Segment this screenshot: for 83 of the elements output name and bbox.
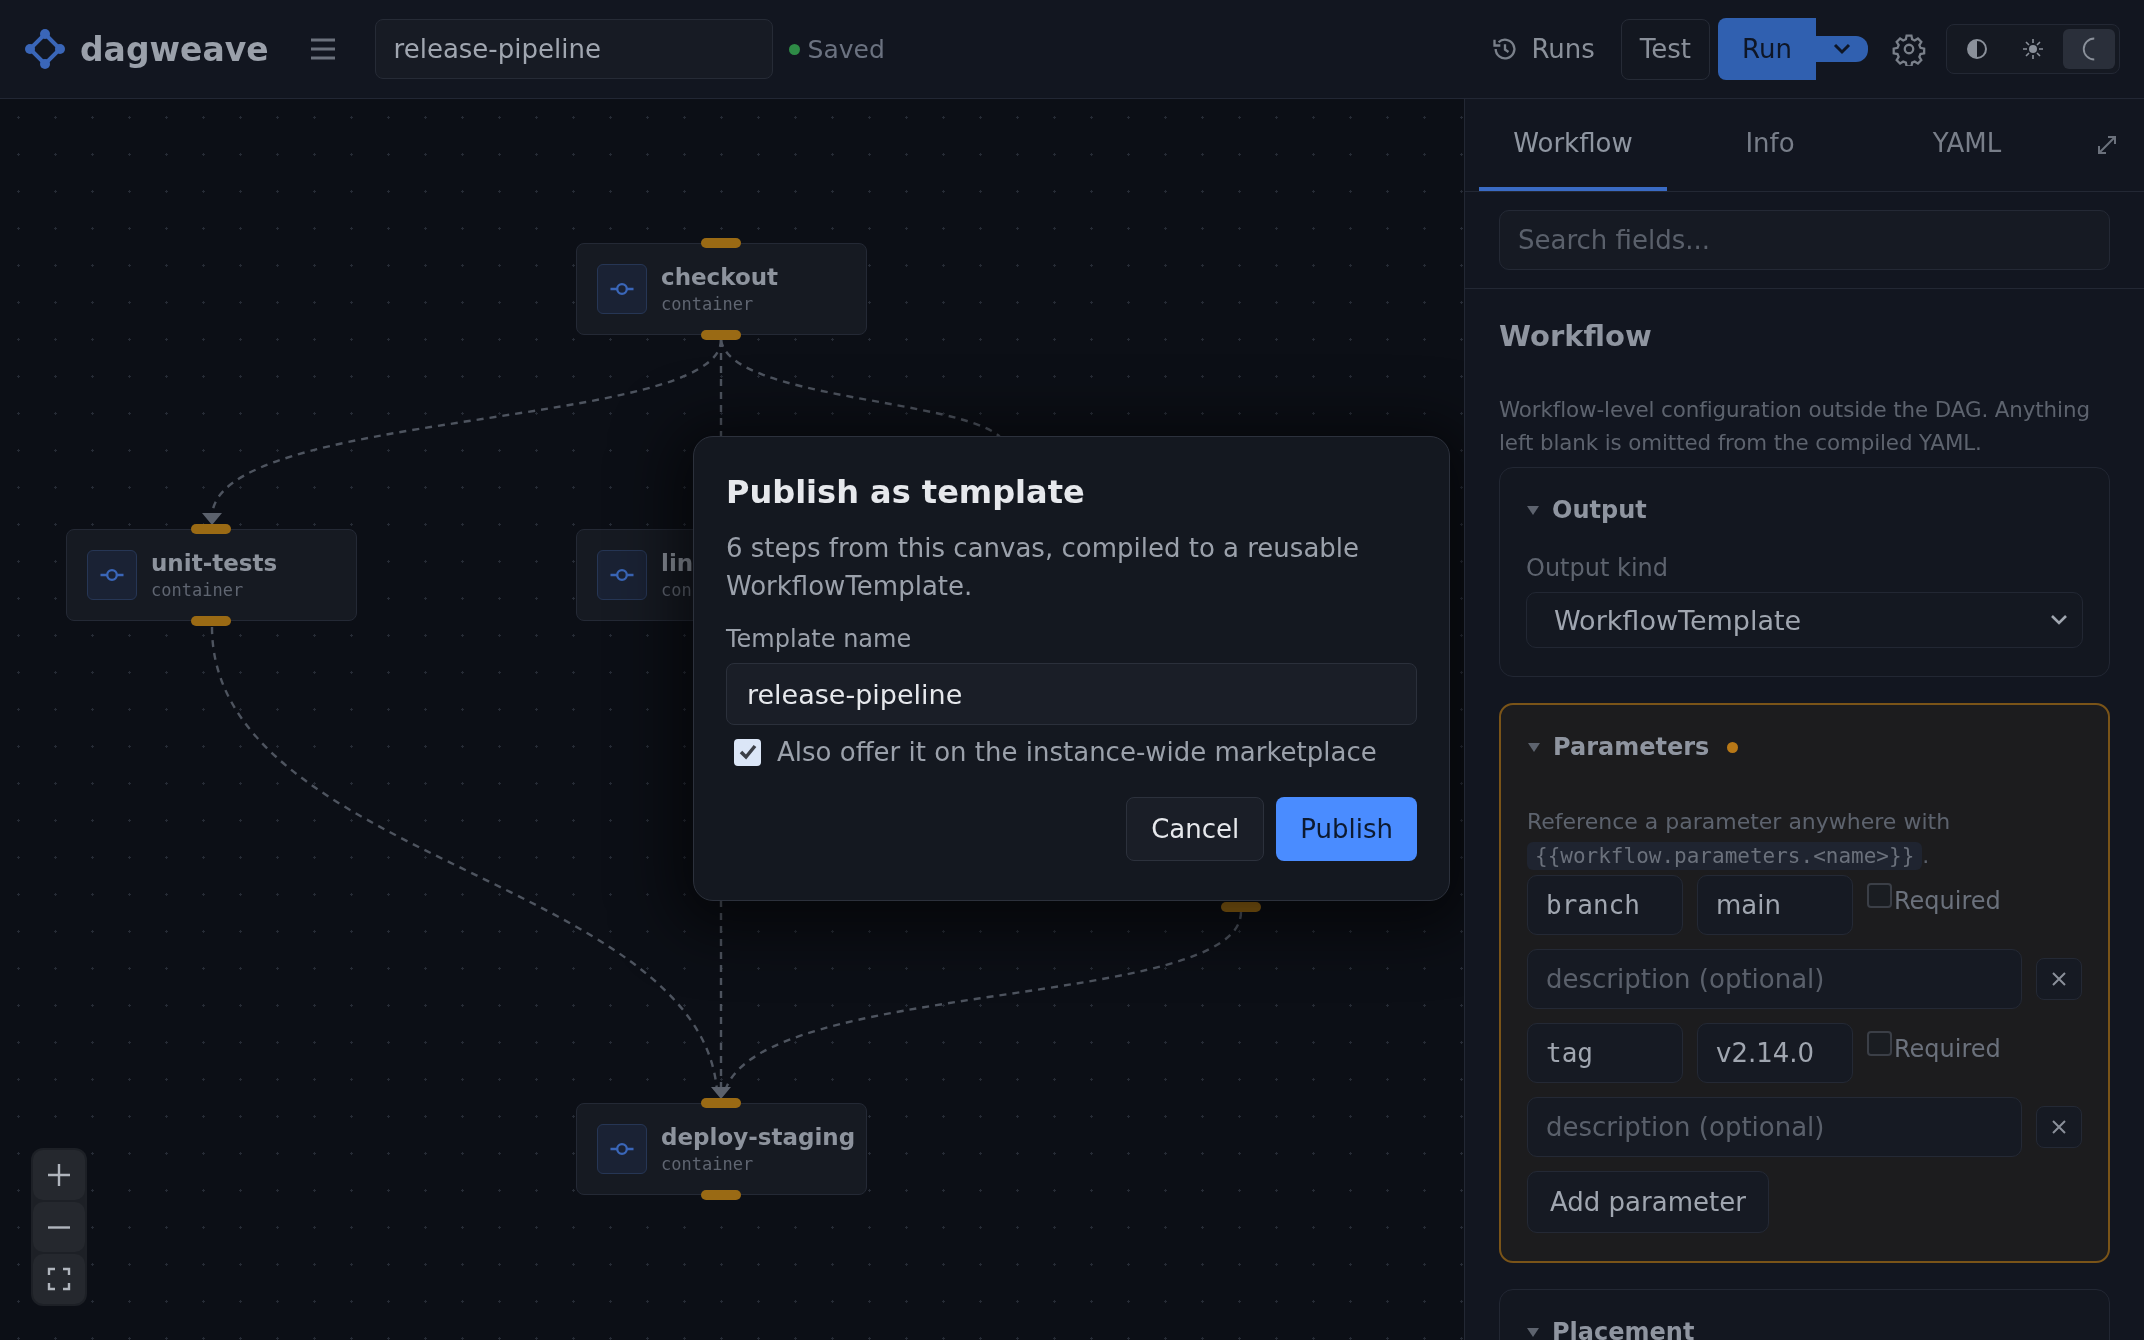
port-handle[interactable]	[191, 524, 231, 534]
theme-button[interactable]	[2063, 29, 2115, 69]
node-type: container	[661, 294, 755, 314]
parameter-name-field[interactable]: branch	[1527, 875, 1683, 935]
marketplace-checkbox[interactable]	[734, 738, 761, 766]
hint-text: Reference a parameter anywhere with {{workflow.parameters.<name>}} .	[1527, 808, 1952, 872]
status-dot	[788, 43, 800, 55]
remove-button[interactable]	[2036, 1106, 2082, 1148]
triangle-down-icon[interactable]	[1526, 1326, 1540, 1338]
parameter-name-field[interactable]: tag	[1527, 1023, 1683, 1083]
test-button[interactable]: Test	[1620, 18, 1710, 80]
panel-tab[interactable]: Workflow	[1479, 99, 1667, 191]
caret-icon	[1832, 42, 1852, 56]
field-label: Template name	[726, 625, 913, 653]
parameter-value-field[interactable]: v2.14.0	[1697, 1023, 1853, 1083]
template-name-field[interactable]: release-pipeline	[726, 663, 1417, 725]
moon-icon	[2082, 37, 2096, 61]
output-kind-select[interactable]: WorkflowTemplate	[1526, 592, 2083, 648]
section-title: Output	[1552, 496, 1647, 524]
section-title: Parameters	[1553, 733, 1710, 761]
contrast-icon	[1965, 37, 1989, 61]
zoom-in-button[interactable]	[33, 1150, 85, 1200]
close-icon	[2051, 1119, 2067, 1135]
sun-icon	[2021, 37, 2045, 61]
triangle-down-icon[interactable]	[1527, 741, 1541, 753]
port-handle[interactable]	[1221, 902, 1261, 912]
node-type: con	[661, 580, 693, 600]
publish-button[interactable]: Publish	[1276, 797, 1417, 861]
expand-icon[interactable]	[2096, 134, 2118, 156]
description-field[interactable]: description (optional)	[1527, 949, 2022, 1009]
runs-button[interactable]: Runs	[1477, 26, 1609, 72]
commit-icon	[597, 550, 647, 600]
port-handle[interactable]	[701, 238, 741, 248]
chevron-down-icon	[2050, 614, 2068, 626]
workflow-name-field[interactable]: release-pipeline	[374, 19, 773, 79]
port-handle[interactable]	[701, 330, 741, 340]
required-label: Required	[1894, 1035, 2001, 1063]
dialog-description: 6 steps from this canvas, compiled to a reusable WorkflowTemplate.	[726, 532, 1361, 603]
plus-icon	[45, 1161, 73, 1189]
fit-view-button[interactable]	[33, 1254, 85, 1304]
node-title: unit-tests	[151, 550, 278, 576]
required-checkbox[interactable]	[1867, 1031, 1892, 1056]
panel-tab[interactable]: YAML	[1873, 99, 2061, 191]
port-handle[interactable]	[191, 616, 231, 626]
app-name: dagweave	[80, 29, 269, 69]
search-field[interactable]: Search fields...	[1499, 210, 2110, 270]
field-label: Output kind	[1526, 554, 1669, 582]
required-checkbox[interactable]	[1867, 883, 1892, 908]
node-type: container	[661, 1154, 755, 1174]
close-icon	[2051, 971, 2067, 987]
save-status: Saved	[807, 34, 885, 64]
node-title: checkout	[661, 264, 779, 290]
add-parameter-button[interactable]: Add parameter	[1527, 1171, 1769, 1233]
triangle-down-icon[interactable]	[1526, 504, 1540, 516]
fullscreen-icon	[45, 1265, 73, 1293]
run-menu-button[interactable]	[1816, 36, 1868, 62]
section-title: Placement	[1552, 1318, 1695, 1340]
commit-icon	[597, 264, 647, 314]
step-node[interactable]: unit-tests container	[66, 529, 357, 621]
port-handle[interactable]	[701, 1098, 741, 1108]
checkbox-label: Also offer it on the instance-wide marketplace	[777, 737, 1377, 767]
node-type: container	[151, 580, 245, 600]
step-node[interactable]: checkout container	[576, 243, 867, 335]
node-title: lin	[661, 550, 694, 576]
remove-button[interactable]	[2036, 958, 2082, 1000]
required-label: Required	[1894, 887, 2001, 915]
description-field[interactable]: description (optional)	[1527, 1097, 2022, 1157]
cancel-button[interactable]: Cancel	[1126, 797, 1265, 861]
step-node[interactable]: deploy-staging container	[576, 1103, 867, 1195]
panel-description: Workflow-level configuration outside the DAG. Anything left blank is omitted from the compiled YAML.	[1499, 396, 2091, 457]
commit-icon	[597, 1124, 647, 1174]
zoom-out-button[interactable]	[33, 1202, 85, 1252]
parameter-value-field[interactable]: main	[1697, 875, 1853, 935]
panel-tab[interactable]: Info	[1676, 99, 1864, 191]
logo-icon	[24, 28, 66, 70]
dialog-title: Publish as template	[726, 473, 1086, 511]
panel-heading: Workflow	[1499, 319, 1653, 353]
node-title: deploy-staging	[661, 1124, 856, 1150]
settings-icon[interactable]	[1892, 32, 1926, 66]
minus-icon	[45, 1225, 73, 1229]
port-handle[interactable]	[701, 1190, 741, 1200]
menu-icon[interactable]	[308, 37, 337, 61]
commit-icon	[87, 550, 137, 600]
